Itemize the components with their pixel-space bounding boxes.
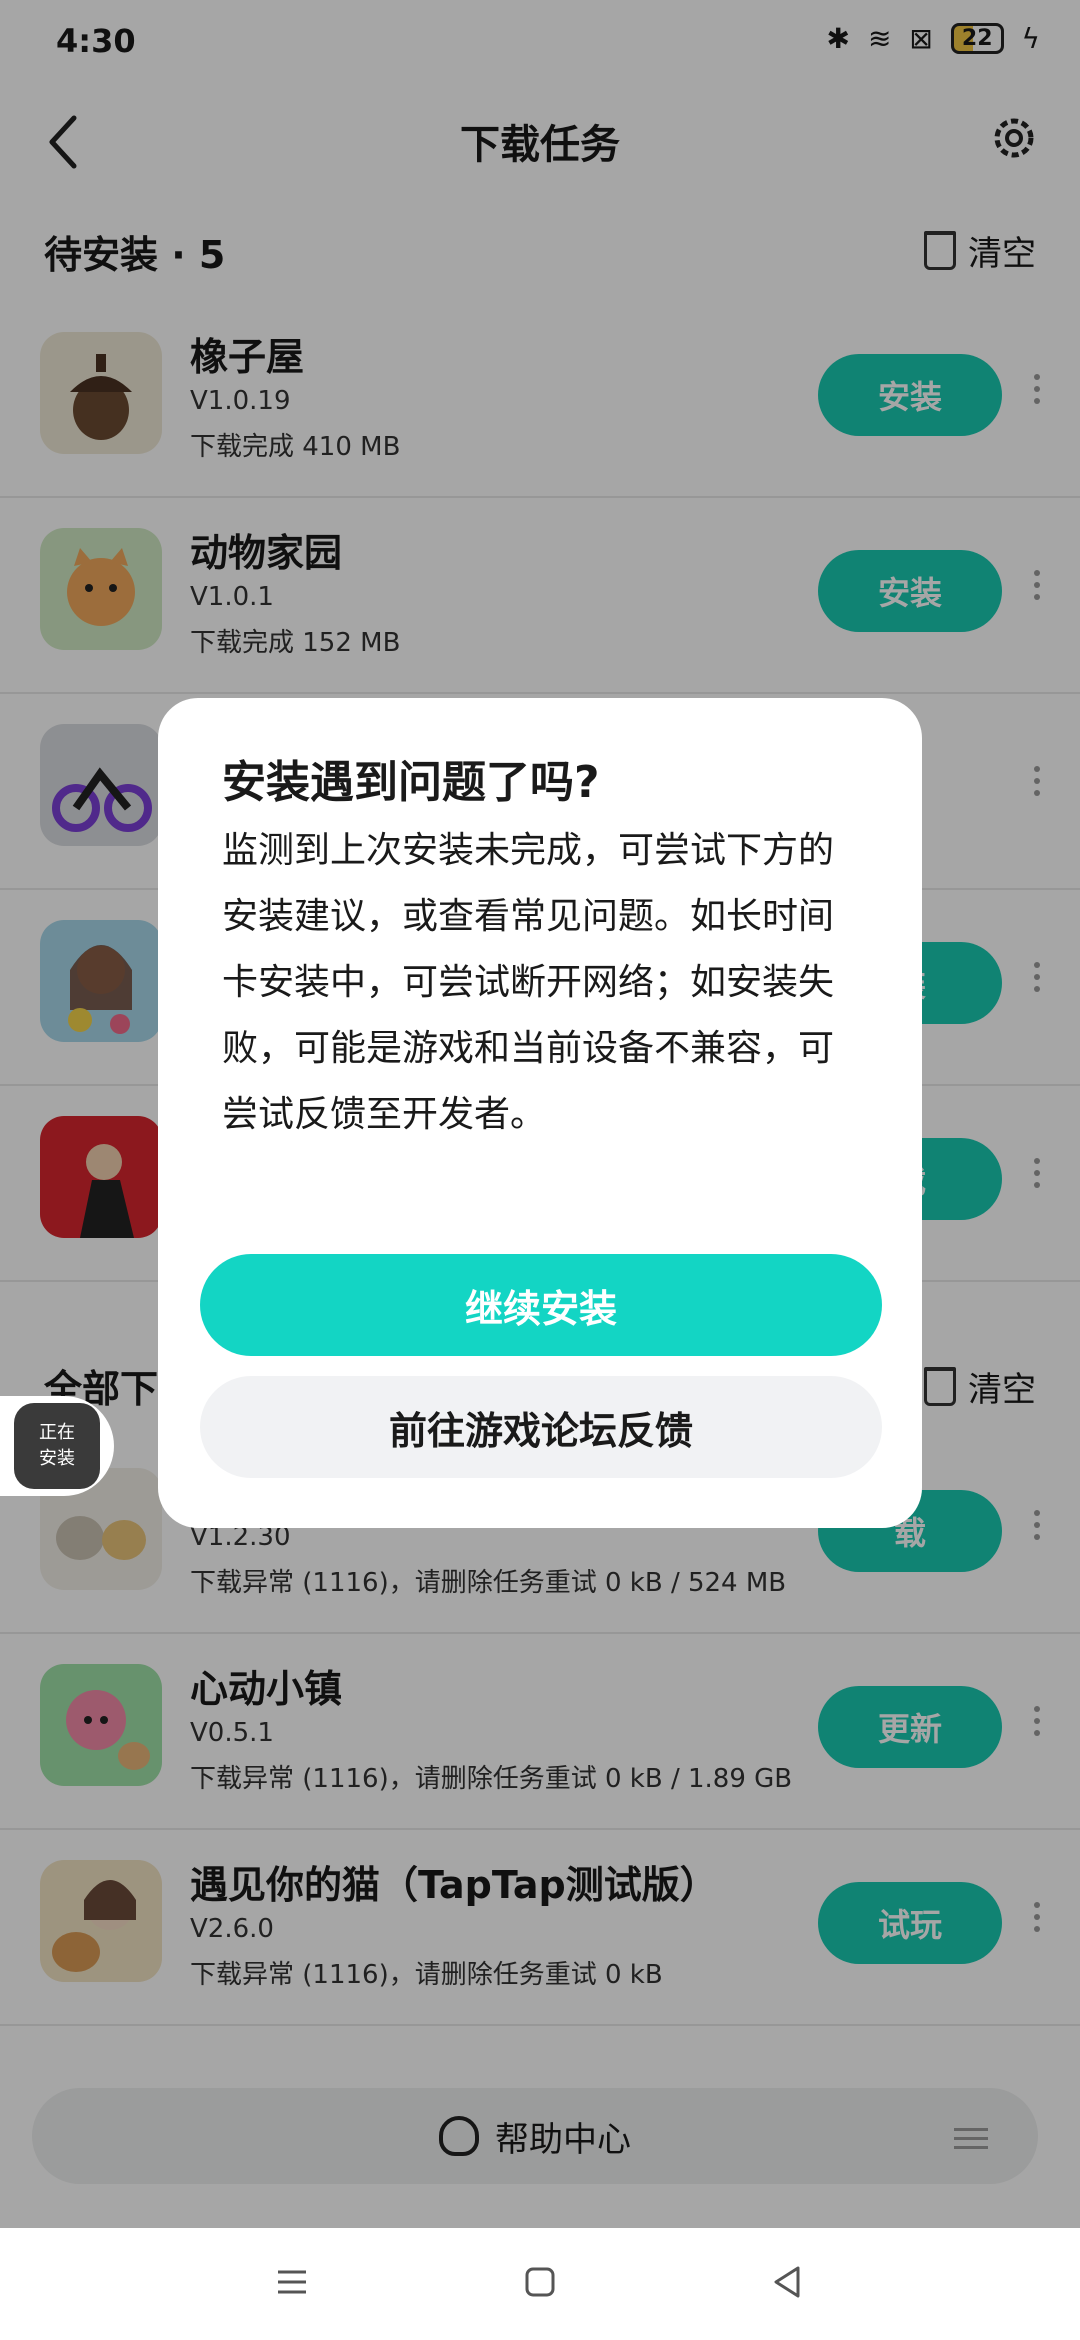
system-nav-bar	[0, 2228, 1080, 2340]
installing-line1: 正在	[39, 1422, 75, 1443]
nav-back-icon[interactable]	[768, 2262, 808, 2302]
installing-badge: 正在 安装	[14, 1403, 100, 1489]
dialog-title: 安装遇到问题了吗?	[222, 757, 600, 808]
installing-floating-button[interactable]: 正在 安装	[0, 1396, 114, 1496]
home-icon[interactable]	[520, 2262, 560, 2302]
installing-line2: 安装	[39, 1448, 75, 1469]
install-problem-dialog: 安装遇到问题了吗? 监测到上次安装未完成，可尝试下方的安装建议，或查看常见问题。…	[158, 698, 922, 1528]
recents-icon[interactable]	[272, 2262, 312, 2302]
continue-install-button[interactable]: 继续安装	[200, 1254, 882, 1356]
dialog-message: 监测到上次安装未完成，可尝试下方的安装建议，或查看常见问题。如长时间卡安装中，可…	[222, 830, 835, 1135]
forum-feedback-button[interactable]: 前往游戏论坛反馈	[200, 1376, 882, 1478]
